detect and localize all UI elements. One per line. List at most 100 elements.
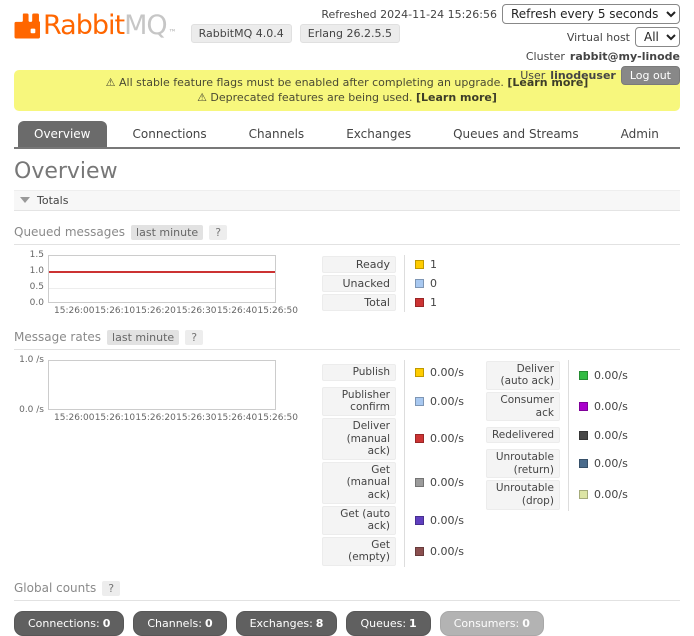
x-tick: 15:26:10 [95, 306, 135, 316]
message-rates-legend: Publish 0.00/s Publisher confirm 0.00/s … [322, 360, 628, 567]
total-series-line [49, 271, 275, 273]
y-tick: 1.0 [14, 266, 44, 276]
legend-value: 0.00/s [430, 545, 464, 558]
legend-label: Total [322, 294, 396, 311]
legend-label: Deliver (manual ack) [322, 418, 396, 460]
message-rates-chart-row: 1.0 /s 0.0 /s 15:26:00 15:26:10 15:26:20… [14, 360, 680, 567]
legend-row-deliver-manual-ack: Deliver (manual ack) 0.00/s [322, 417, 464, 461]
legend-value: 0.00/s [430, 366, 464, 379]
legend-label: Unacked [322, 275, 396, 292]
count-value: 0 [522, 617, 530, 630]
x-tick: 15:26:00 [54, 413, 94, 423]
total-swatch-icon [415, 298, 424, 307]
global-counts-help-icon[interactable]: ? [102, 581, 120, 596]
y-tick: 0.0 /s [14, 405, 44, 415]
tab-admin[interactable]: Admin [605, 121, 675, 147]
tab-connections[interactable]: Connections [117, 121, 223, 147]
x-tick: 15:26:40 [217, 306, 257, 316]
legend-value: 0.00/s [594, 369, 628, 382]
legend-label: Publish [322, 364, 396, 381]
refresh-interval-select[interactable]: Refresh every 5 seconds [502, 4, 680, 24]
legend-value: 1 [430, 258, 437, 271]
publish-swatch-icon [415, 368, 424, 377]
legend-row-deliver-auto-ack: Deliver (auto ack) 0.00/s [486, 360, 628, 391]
tab-queues-and-streams[interactable]: Queues and Streams [437, 121, 595, 147]
totals-label: Totals [37, 194, 68, 207]
consumer-ack-swatch-icon [579, 402, 588, 411]
x-tick: 15:26:50 [258, 306, 298, 316]
queued-help-icon[interactable]: ? [209, 225, 227, 240]
tab-channels[interactable]: Channels [233, 121, 321, 147]
brand-mq-text: MQ [124, 10, 167, 41]
x-axis-ticks: 15:26:00 15:26:10 15:26:20 15:26:30 15:2… [54, 413, 298, 423]
virtual-host-select[interactable]: All [635, 27, 680, 47]
connections-count-button[interactable]: Connections:0 [14, 611, 124, 636]
legend-value: 0.00/s [430, 395, 464, 408]
queued-range-badge[interactable]: last minute [131, 225, 203, 240]
legend-value: 0.00/s [594, 400, 628, 413]
x-tick: 15:26:20 [135, 306, 175, 316]
tab-exchanges[interactable]: Exchanges [330, 121, 427, 147]
count-label: Exchanges: [250, 617, 313, 630]
logout-button[interactable]: Log out [621, 66, 680, 85]
legend-value: 0.00/s [594, 457, 628, 470]
rabbitmq-version-badge: RabbitMQ 4.0.4 [191, 24, 292, 43]
redelivered-swatch-icon [579, 431, 588, 440]
consumers-count-button[interactable]: Consumers:0 [440, 611, 544, 636]
legend-row-redelivered: Redelivered 0.00/s [486, 422, 628, 448]
legend-row-publisher-confirm: Publisher confirm 0.00/s [322, 386, 464, 417]
count-value: 0 [103, 617, 111, 630]
unacked-swatch-icon [415, 279, 424, 288]
rates-plot-area [48, 360, 276, 410]
x-tick: 15:26:40 [217, 413, 257, 423]
main-tab-bar: Overview Connections Channels Exchanges … [14, 121, 680, 149]
legend-row-get-auto-ack: Get (auto ack) 0.00/s [322, 505, 464, 536]
x-tick: 15:26:10 [95, 413, 135, 423]
legend-row-get-empty: Get (empty) 0.00/s [322, 536, 464, 567]
x-axis-ticks: 15:26:00 15:26:10 15:26:20 15:26:30 15:2… [54, 306, 298, 316]
count-value: 8 [316, 617, 324, 630]
count-label: Consumers: [454, 617, 520, 630]
rates-range-badge[interactable]: last minute [107, 330, 179, 345]
x-tick: 15:26:30 [176, 413, 216, 423]
legend-label: Ready [322, 256, 396, 273]
page-title: Overview [14, 159, 680, 184]
get-manual-ack-swatch-icon [415, 478, 424, 487]
warning-line-deprecated: ⚠ Deprecated features are being used. [L… [22, 90, 672, 105]
message-rates-chart: 1.0 /s 0.0 /s 15:26:00 15:26:10 15:26:20… [14, 360, 298, 567]
x-tick: 15:26:50 [258, 413, 298, 423]
rates-legend-right-column: Deliver (auto ack) 0.00/s Consumer ack 0… [486, 360, 628, 567]
learn-more-link[interactable]: [Learn more] [416, 91, 497, 104]
brand-trademark: ™ [169, 28, 177, 37]
count-label: Connections: [28, 617, 100, 630]
gridline [49, 288, 275, 289]
count-label: Queues: [360, 617, 406, 630]
global-counts-buttons: Connections:0 Channels:0 Exchanges:8 Que… [14, 611, 680, 636]
legend-value: 0.00/s [430, 432, 464, 445]
chevron-down-icon [20, 197, 30, 203]
rates-help-icon[interactable]: ? [185, 330, 203, 345]
refreshed-timestamp: Refreshed 2024-11-24 15:26:56 [321, 8, 497, 21]
rabbitmq-logo[interactable]: RabbitMQ ™ [14, 10, 177, 41]
legend-row-ready: Ready 1 [322, 255, 437, 274]
tab-overview[interactable]: Overview [18, 121, 107, 147]
legend-label: Unroutable (drop) [486, 480, 560, 509]
rabbitmq-logo-icon [14, 13, 40, 39]
x-tick: 15:26:00 [54, 306, 94, 316]
legend-label: Get (manual ack) [322, 462, 396, 504]
main-content: Overview Totals Queued messages last min… [0, 159, 694, 636]
legend-value: 1 [430, 296, 437, 309]
y-tick: 0.5 [14, 282, 44, 292]
legend-label: Get (empty) [322, 537, 396, 566]
unroutable-drop-swatch-icon [579, 490, 588, 499]
legend-row-publish: Publish 0.00/s [322, 360, 464, 386]
count-value: 1 [409, 617, 417, 630]
warning-text: ⚠ Deprecated features are being used. [197, 91, 412, 104]
queues-count-button[interactable]: Queues:1 [346, 611, 430, 636]
channels-count-button[interactable]: Channels:0 [133, 611, 226, 636]
legend-value: 0.00/s [430, 476, 464, 489]
exchanges-count-button[interactable]: Exchanges:8 [236, 611, 338, 636]
publisher-confirm-swatch-icon [415, 397, 424, 406]
legend-row-get-manual-ack: Get (manual ack) 0.00/s [322, 461, 464, 505]
totals-section-toggle[interactable]: Totals [14, 190, 680, 211]
